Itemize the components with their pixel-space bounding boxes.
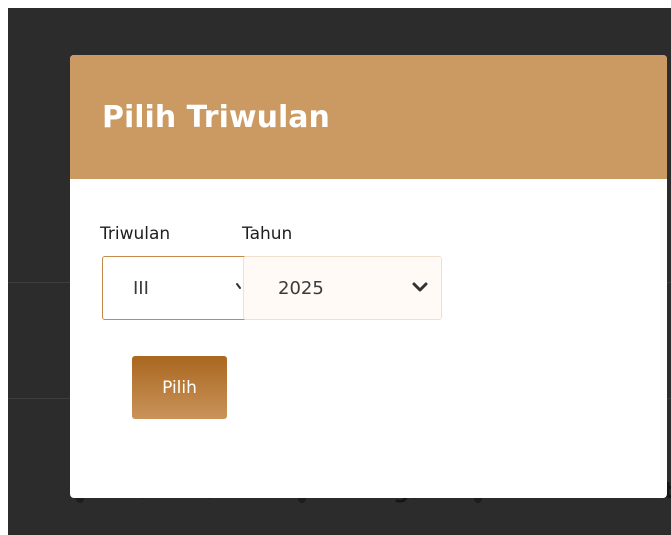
pilih-button[interactable]: Pilih bbox=[132, 356, 227, 419]
triwulan-label: Triwulan bbox=[100, 224, 171, 244]
modal-title: Pilih Triwulan bbox=[102, 100, 330, 135]
modal-backdrop[interactable]: Status Fungsi Nama Entit Pilih Triwulan … bbox=[8, 8, 671, 535]
modal-header: Pilih Triwulan bbox=[70, 55, 667, 179]
tahun-label: Tahun bbox=[242, 224, 293, 244]
pilih-triwulan-modal: Pilih Triwulan Triwulan Tahun III 2025 P… bbox=[70, 55, 667, 498]
chevron-down-icon bbox=[412, 282, 428, 292]
chevron-down-icon bbox=[236, 283, 241, 289]
triwulan-selected-value: III bbox=[133, 278, 149, 299]
tahun-select[interactable]: 2025 bbox=[243, 256, 442, 320]
tahun-selected-value: 2025 bbox=[278, 278, 324, 299]
triwulan-select[interactable]: III bbox=[102, 256, 247, 320]
